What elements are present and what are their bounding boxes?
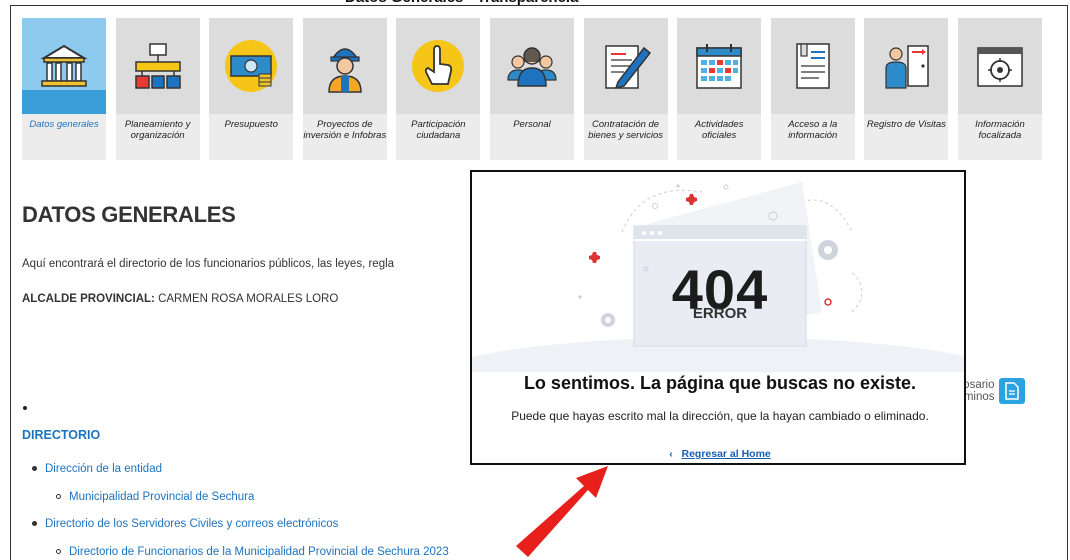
red-arrow-annotation [516, 466, 608, 557]
nav-label: Información focalizada [975, 119, 1025, 141]
nav-item-informacion-focalizada[interactable]: Información focalizada [957, 18, 1042, 160]
nav-item-acceso[interactable]: Acceso a la información [770, 18, 855, 160]
nav-label: Presupuesto [224, 119, 278, 130]
mayor-name: CARMEN ROSA MORALES LORO [154, 293, 339, 305]
bullet-outline [56, 494, 61, 500]
back-home-link[interactable]: ‹ Regresar al Home [472, 448, 964, 460]
bullet-outline [56, 549, 61, 555]
list-item[interactable]: Directorio de Funcionarios de la Municip… [56, 546, 449, 558]
nav-label: Actividades oficiales [694, 119, 744, 141]
bullet [32, 521, 37, 527]
nav-label: Registro de Visitas [866, 119, 946, 130]
worker-icon [302, 18, 387, 114]
back-home-text: Regresar al Home [681, 448, 771, 460]
nav-item-contratacion[interactable]: Contratación de bienes y servicios [583, 18, 668, 160]
visitor-icon [864, 18, 949, 114]
people-icon [489, 18, 574, 114]
directory-heading-link[interactable]: DIRECTORIO [22, 428, 100, 442]
bullet [32, 466, 37, 472]
page-title: DATOS GENERALES [22, 202, 236, 227]
list-item[interactable]: Directorio de los Servidores Civiles y c… [32, 518, 338, 530]
bullet-dot [23, 406, 27, 410]
nav-label: Datos generales [29, 119, 99, 130]
calendar-icon [677, 18, 762, 114]
error-word: ERROR [692, 305, 748, 322]
error-message: Puede que hayas escrito mal la dirección… [511, 409, 929, 423]
nav-item-datos-generales[interactable]: Datos generales [22, 18, 106, 160]
building-icon [22, 18, 106, 114]
nav-item-actividades[interactable]: Actividades oficiales [677, 18, 762, 160]
error-title: Lo sentimos. La página que buscas no exi… [523, 373, 917, 393]
chevron-left-icon: ‹ [669, 448, 673, 460]
nav-label: Contratación de bienes y servicios [588, 119, 664, 141]
nav-label: Participación ciudadana [411, 119, 466, 141]
nav-item-personal[interactable]: Personal [489, 18, 574, 160]
nav-label: Acceso a la información [788, 119, 838, 141]
nav-item-planeamiento[interactable]: Planeamiento y organización [115, 18, 200, 160]
mayor-label: ALCALDE PROVINCIAL: [22, 293, 155, 305]
intro-text: Aquí encontrará el directorio de los fun… [22, 258, 395, 270]
document-icon [770, 18, 855, 114]
nav-item-presupuesto[interactable]: Presupuesto [209, 18, 294, 160]
hand-pointer-icon [396, 18, 481, 114]
list-item[interactable]: Dirección de la entidad [32, 463, 162, 475]
nav-label: Planeamiento y organización [124, 119, 191, 141]
list-item-text: Dirección de la entidad [45, 463, 162, 475]
nav-item-registro-visitas[interactable]: Registro de Visitas [864, 18, 949, 160]
transparency-nav: Datos generales Planeamiento y organizac… [22, 18, 1042, 160]
org-chart-icon [115, 18, 200, 114]
error-404-modal: 404 ERROR Lo sentimos. La página que bus… [470, 170, 966, 465]
list-item-text: Municipalidad Provincial de Sechura [69, 491, 255, 503]
list-item[interactable]: Municipalidad Provincial de Sechura [56, 491, 254, 503]
contract-pen-icon [583, 18, 668, 114]
document-icon [998, 378, 1025, 404]
mayor-line: ALCALDE PROVINCIAL: CARMEN ROSA MORALES … [22, 293, 338, 305]
nav-label: Personal [513, 119, 551, 130]
list-item-text: Directorio de Funcionarios de la Municip… [69, 546, 449, 558]
nav-item-participacion[interactable]: Participación ciudadana [396, 18, 481, 160]
money-icon [209, 18, 294, 114]
glosario-button[interactable]: losario rminos [960, 378, 1025, 404]
nav-label: Proyectos de inversión e Infobras [303, 119, 387, 141]
nav-item-proyectos[interactable]: Proyectos de inversión e Infobras [302, 18, 387, 160]
target-window-icon [957, 18, 1042, 114]
list-item-text: Directorio de los Servidores Civiles y c… [45, 518, 339, 530]
